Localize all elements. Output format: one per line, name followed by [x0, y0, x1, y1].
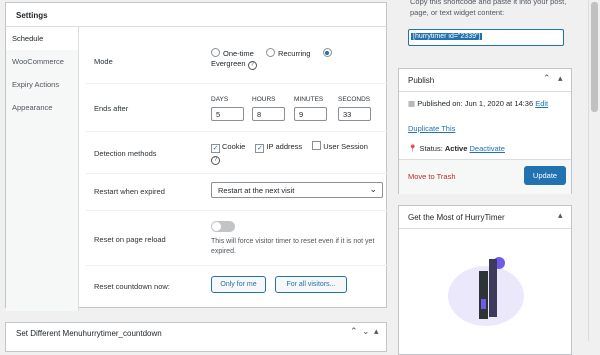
user-session-label: User Session	[323, 142, 368, 151]
mode-option-evergreen: Evergreen	[211, 59, 246, 68]
chevron-down-icon[interactable]: ⌄	[362, 326, 370, 337]
calendar-icon: ▦	[408, 99, 416, 108]
chevron-down-icon: ⌄	[369, 184, 377, 194]
duplicate-link[interactable]: Duplicate This	[408, 124, 455, 133]
ip-address-label: IP address	[266, 142, 303, 151]
minutes-input[interactable]: 9	[294, 107, 327, 121]
seconds-input[interactable]: 33	[338, 107, 371, 121]
minutes-unit-label: MINUTES	[294, 96, 324, 103]
tab-schedule[interactable]: Schedule	[6, 27, 78, 50]
move-to-trash-link[interactable]: Move to Trash	[408, 172, 456, 181]
chevron-up-icon[interactable]: ⌃	[543, 73, 551, 84]
caret-up-icon[interactable]: ▴	[374, 326, 379, 337]
user-session-checkbox[interactable]	[312, 141, 322, 150]
edit-date-link[interactable]: Edit	[535, 99, 548, 108]
publish-box: Publish ⌃ ▴ ▦ Published on: Jun 1, 2020 …	[398, 68, 572, 194]
promo-box: Get the Most of HurryTimer ▴	[398, 205, 572, 355]
mode-label: Mode	[94, 57, 113, 66]
days-input[interactable]: 5	[211, 107, 244, 121]
help-icon[interactable]: ?	[211, 156, 220, 165]
settings-panel: Settings Schedule WooCommerce Expiry Act…	[5, 2, 390, 311]
shortcode-instructions: Copy this shortcode and paste it into yo…	[410, 0, 567, 17]
restart-select[interactable]: Restart at the next visit ⌄	[211, 182, 383, 198]
hurrytimer-illustration	[448, 257, 524, 326]
caret-up-icon[interactable]: ▴	[558, 73, 563, 84]
shortcode-input[interactable]: [hurrytimer id="2339"]	[408, 29, 564, 46]
reset-countdown-label: Reset countdown now:	[94, 282, 170, 291]
restart-label: Restart when expired	[94, 187, 165, 196]
shortcode-value: [hurrytimer id="2339"]	[411, 33, 483, 40]
mode-radio-one-time[interactable]	[211, 48, 220, 57]
hours-unit-label: HOURS	[252, 96, 276, 103]
hours-input[interactable]: 8	[252, 107, 285, 121]
deactivate-link[interactable]: Deactivate	[470, 144, 505, 153]
mode-option-one-time: One-time	[223, 49, 254, 58]
days-unit-label: DAYS	[211, 96, 229, 103]
help-icon[interactable]: ?	[247, 61, 257, 70]
reset-reload-toggle[interactable]	[211, 221, 235, 232]
reset-reload-label: Reset on page reload	[94, 235, 166, 244]
tab-appearance[interactable]: Appearance	[6, 96, 78, 119]
ip-address-checkbox[interactable]: ✓	[255, 144, 265, 153]
settings-tabs: Schedule WooCommerce Expiry Actions Appe…	[6, 27, 79, 311]
cookie-checkbox[interactable]: ✓	[211, 144, 220, 153]
publish-title: Publish	[408, 76, 435, 85]
tab-expiry-actions[interactable]: Expiry Actions	[6, 73, 78, 96]
seconds-unit-label: SECONDS	[338, 96, 371, 103]
cookie-label: Cookie	[222, 142, 246, 151]
ends-after-label: Ends after	[94, 104, 129, 113]
status-value: Active	[444, 144, 468, 153]
menu-panel: Set Different Menuhurrytimer_countdown ⌃…	[5, 322, 387, 352]
published-date: Published on: Jun 1, 2020 at 14:36	[417, 99, 534, 108]
mode-radio-recurring[interactable]	[265, 48, 275, 57]
scrollbar[interactable]	[588, 0, 600, 341]
restart-select-value: Restart at the next visit	[218, 186, 295, 195]
tab-woocommerce[interactable]: WooCommerce	[6, 50, 78, 73]
promo-title: Get the Most of HurryTimer	[408, 213, 505, 222]
caret-up-icon[interactable]: ▴	[558, 210, 563, 221]
detection-label: Detection methods	[94, 149, 157, 158]
reset-all-visitors-button[interactable]: For all visitors...	[275, 276, 347, 293]
chevron-up-icon[interactable]: ⌃	[350, 326, 358, 337]
mode-option-recurring: Recurring	[277, 49, 311, 58]
menu-panel-title: Set Different Menuhurrytimer_countdown	[16, 329, 162, 338]
settings-title: Settings	[16, 11, 48, 20]
status-label: Status:	[419, 144, 443, 153]
update-button[interactable]: Update	[524, 166, 566, 185]
reset-only-me-button[interactable]: Only for me	[211, 276, 266, 293]
reset-reload-help: This will force visitor timer to reset e…	[211, 238, 375, 255]
pin-icon: 📍	[408, 144, 418, 153]
mode-radio-evergreen[interactable]	[322, 48, 332, 57]
